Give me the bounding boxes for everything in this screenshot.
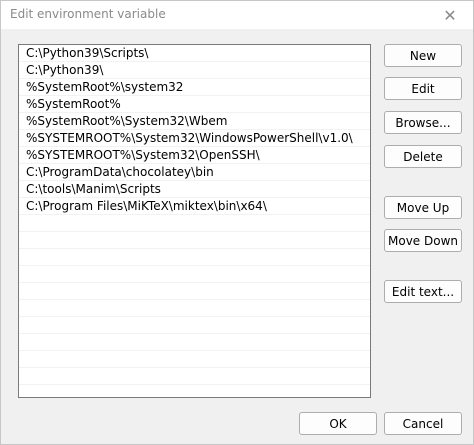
empty-row[interactable]: [19, 317, 370, 334]
empty-row[interactable]: [19, 232, 370, 249]
title-bar: Edit environment variable ✕: [1, 1, 473, 29]
new-button[interactable]: New: [384, 44, 462, 67]
list-item[interactable]: %SystemRoot%: [19, 96, 370, 113]
empty-row[interactable]: [19, 215, 370, 232]
move-down-button[interactable]: Move Down: [384, 229, 462, 252]
list-item[interactable]: C:\Python39\: [19, 62, 370, 79]
empty-row[interactable]: [19, 334, 370, 351]
empty-row[interactable]: [19, 351, 370, 368]
empty-row[interactable]: [19, 283, 370, 300]
cancel-button[interactable]: Cancel: [384, 412, 462, 435]
close-icon[interactable]: ✕: [427, 1, 473, 29]
empty-row[interactable]: [19, 266, 370, 283]
edit-text-button[interactable]: Edit text...: [384, 280, 462, 303]
delete-button[interactable]: Delete: [384, 145, 462, 168]
move-up-button[interactable]: Move Up: [384, 196, 462, 219]
list-item[interactable]: %SYSTEMROOT%\System32\WindowsPowerShell\…: [19, 130, 370, 147]
browse-button[interactable]: Browse...: [384, 111, 462, 134]
list-item[interactable]: %SYSTEMROOT%\System32\OpenSSH\: [19, 147, 370, 164]
empty-row[interactable]: [19, 300, 370, 317]
list-item[interactable]: C:\Program Files\MiKTeX\miktex\bin\x64\: [19, 198, 370, 215]
edit-button[interactable]: Edit: [384, 77, 462, 100]
list-item[interactable]: C:\tools\Manim\Scripts: [19, 181, 370, 198]
window-title: Edit environment variable: [10, 7, 166, 21]
ok-button[interactable]: OK: [299, 412, 377, 435]
list-item[interactable]: %SystemRoot%\system32: [19, 79, 370, 96]
list-item[interactable]: C:\Python39\Scripts\: [19, 45, 370, 62]
edit-environment-variable-dialog: Edit environment variable ✕ C:\Python39\…: [0, 0, 474, 445]
list-item[interactable]: C:\ProgramData\chocolatey\bin: [19, 164, 370, 181]
list-item[interactable]: %SystemRoot%\System32\Wbem: [19, 113, 370, 130]
empty-row[interactable]: [19, 249, 370, 266]
path-list[interactable]: C:\Python39\Scripts\ C:\Python39\ %Syste…: [18, 44, 371, 398]
empty-row[interactable]: [19, 368, 370, 385]
